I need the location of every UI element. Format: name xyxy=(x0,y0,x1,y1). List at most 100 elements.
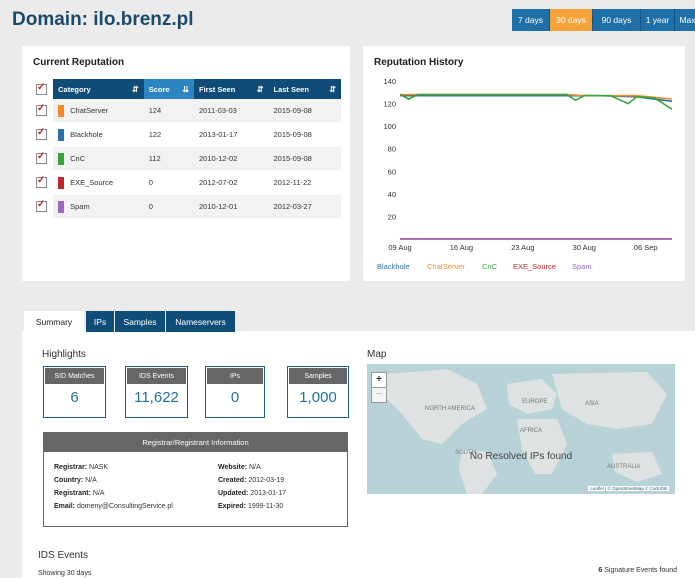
registrar-field: Website: N/A xyxy=(218,464,261,471)
zoom-out-button[interactable]: − xyxy=(371,387,387,403)
first-seen-cell: 2011-03-03 xyxy=(194,99,269,123)
map-label-europe: EUROPE xyxy=(522,399,548,405)
y-tick-label: 100 xyxy=(383,122,396,131)
score-cell: 0 xyxy=(143,170,195,195)
world-map[interactable]: NORTH AMERICA EUROPE ASIA AFRICA SOUTH A… xyxy=(367,364,675,494)
sort-icon: ⇵ xyxy=(256,84,264,94)
category-cell: ChatServer xyxy=(53,99,144,123)
registrar-field: Email: domeny@ConsultingService.pl xyxy=(54,503,173,510)
stat-card-samples[interactable]: Samples 1,000 xyxy=(287,366,349,418)
column-first-seen[interactable]: First Seen ⇵ xyxy=(194,79,269,99)
map-label-australia: AUSTRALIA xyxy=(607,464,641,470)
select-all-header[interactable] xyxy=(33,79,54,99)
highlights-title: Highlights xyxy=(42,349,86,360)
legend-item-cnc[interactable]: CnC xyxy=(482,262,497,271)
x-tick-label: 23 Aug xyxy=(511,243,534,252)
row-checkbox-cell[interactable] xyxy=(33,170,54,195)
row-checkbox[interactable] xyxy=(36,175,47,188)
reputation-history-title: Reputation History xyxy=(374,57,464,68)
category-color-swatch xyxy=(58,104,65,117)
stat-card-ids-events[interactable]: IDS Events 11,622 xyxy=(125,366,188,418)
score-cell: 122 xyxy=(143,122,195,147)
last-seen-cell: 2012-11-22 xyxy=(268,170,341,195)
category-cell: Spam xyxy=(53,194,144,219)
row-checkbox[interactable] xyxy=(36,151,47,164)
tab-summary[interactable]: Summary xyxy=(24,311,84,333)
category-cell: EXE_Source xyxy=(53,170,144,195)
score-cell: 112 xyxy=(143,146,195,171)
stat-value: 11,622 xyxy=(134,389,179,406)
legend-item-blackhole[interactable]: Blackhole xyxy=(377,262,410,271)
first-seen-cell: 2012-07-02 xyxy=(194,170,269,195)
legend-item-chatserver[interactable]: ChatServer xyxy=(427,262,465,271)
tab-nameservers[interactable]: Nameservers xyxy=(166,311,235,332)
stat-card-sid-matches[interactable]: SID Matches 6 xyxy=(43,366,106,418)
range-button-1-year[interactable]: 1 year xyxy=(641,9,675,31)
y-tick-label: 60 xyxy=(388,167,396,176)
row-checkbox[interactable] xyxy=(36,127,47,140)
table-row[interactable]: Spam02010-12-012012-03-27 xyxy=(33,194,341,219)
last-seen-cell: 2012-03-27 xyxy=(268,194,341,219)
category-color-swatch xyxy=(58,200,65,213)
last-seen-cell: 2015-09-08 xyxy=(268,122,341,147)
x-tick-label: 09 Aug xyxy=(388,243,411,252)
row-checkbox-cell[interactable] xyxy=(33,194,54,219)
last-seen-cell: 2015-09-08 xyxy=(268,146,341,171)
stat-label: IDS Events xyxy=(127,368,186,384)
category-color-swatch xyxy=(58,152,65,165)
category-color-swatch xyxy=(58,176,65,189)
registrar-field: Expired: 1999-11-30 xyxy=(218,503,284,510)
stat-card-ips[interactable]: IPs 0 xyxy=(205,366,265,418)
range-button-7-days[interactable]: 7 days xyxy=(512,9,550,31)
select-all-checkbox[interactable] xyxy=(36,82,47,95)
legend-item-spam[interactable]: Spam xyxy=(572,262,592,271)
column-score[interactable]: Score ⇊ xyxy=(143,79,195,99)
range-button-30-days[interactable]: 30 days xyxy=(550,9,593,31)
y-tick-label: 20 xyxy=(388,212,396,221)
table-row[interactable]: CnC1122010-12-022015-09-08 xyxy=(33,146,341,171)
registrar-field: Country: N/A xyxy=(54,477,97,484)
legend-item-exe-source[interactable]: EXE_Source xyxy=(513,262,556,271)
stat-label: SID Matches xyxy=(45,368,104,384)
stat-label: IPs xyxy=(207,368,263,384)
y-tick-label: 40 xyxy=(388,190,396,199)
tab-samples[interactable]: Samples xyxy=(115,311,165,332)
row-checkbox-cell[interactable] xyxy=(33,146,54,171)
map-no-results-message: No Resolved IPs found xyxy=(469,451,573,462)
score-cell: 0 xyxy=(143,194,195,219)
tab-ips[interactable]: IPs xyxy=(86,311,114,332)
range-button-90-days[interactable]: 90 days xyxy=(593,9,641,31)
current-reputation-title: Current Reputation xyxy=(33,57,125,68)
y-tick-label: 140 xyxy=(383,77,396,86)
x-tick-label: 30 Aug xyxy=(573,243,596,252)
y-tick-label: 120 xyxy=(383,100,396,109)
row-checkbox-cell[interactable] xyxy=(33,99,54,123)
range-button-max[interactable]: Max xyxy=(675,9,695,31)
ids-showing-text: Showing 30 days xyxy=(38,570,92,577)
zoom-in-button[interactable]: + xyxy=(371,372,387,388)
map-label-africa: AFRICA xyxy=(520,428,543,434)
table-row[interactable]: EXE_Source02012-07-022012-11-22 xyxy=(33,170,341,195)
column-last-seen[interactable]: Last Seen ⇵ xyxy=(268,79,341,99)
row-checkbox[interactable] xyxy=(36,199,47,212)
row-checkbox[interactable] xyxy=(36,103,47,116)
map-label-north-america: NORTH AMERICA xyxy=(425,406,475,412)
sort-desc-icon: ⇊ xyxy=(182,84,190,94)
category-cell: Blackhole xyxy=(53,122,144,147)
first-seen-cell: 2010-12-01 xyxy=(194,194,269,219)
category-cell: CnC xyxy=(53,146,144,171)
registrar-field: Registrar: NASK xyxy=(54,464,109,471)
map-attribution[interactable]: Leaflet | © OpenStreetMap © CartoDB xyxy=(588,486,669,491)
column-category[interactable]: Category ⇵ xyxy=(53,79,144,99)
first-seen-cell: 2010-12-02 xyxy=(194,146,269,171)
first-seen-cell: 2013-01-17 xyxy=(194,122,269,147)
registrar-field: Registrant: N/A xyxy=(54,490,105,497)
x-tick-label: 06 Sep xyxy=(634,243,658,252)
sort-icon: ⇵ xyxy=(329,84,336,94)
reputation-table: Category⇵ Score⇊ First Seen⇵ Last Seen⇵ … xyxy=(33,79,341,219)
table-row[interactable]: ChatServer1242011-03-032015-09-08 xyxy=(33,99,341,123)
table-row[interactable]: Blackhole1222013-01-172015-09-08 xyxy=(33,122,341,147)
stat-label: Samples xyxy=(289,368,347,384)
signature-events-count: 6 Signature Events found xyxy=(598,567,677,574)
row-checkbox-cell[interactable] xyxy=(33,122,54,147)
